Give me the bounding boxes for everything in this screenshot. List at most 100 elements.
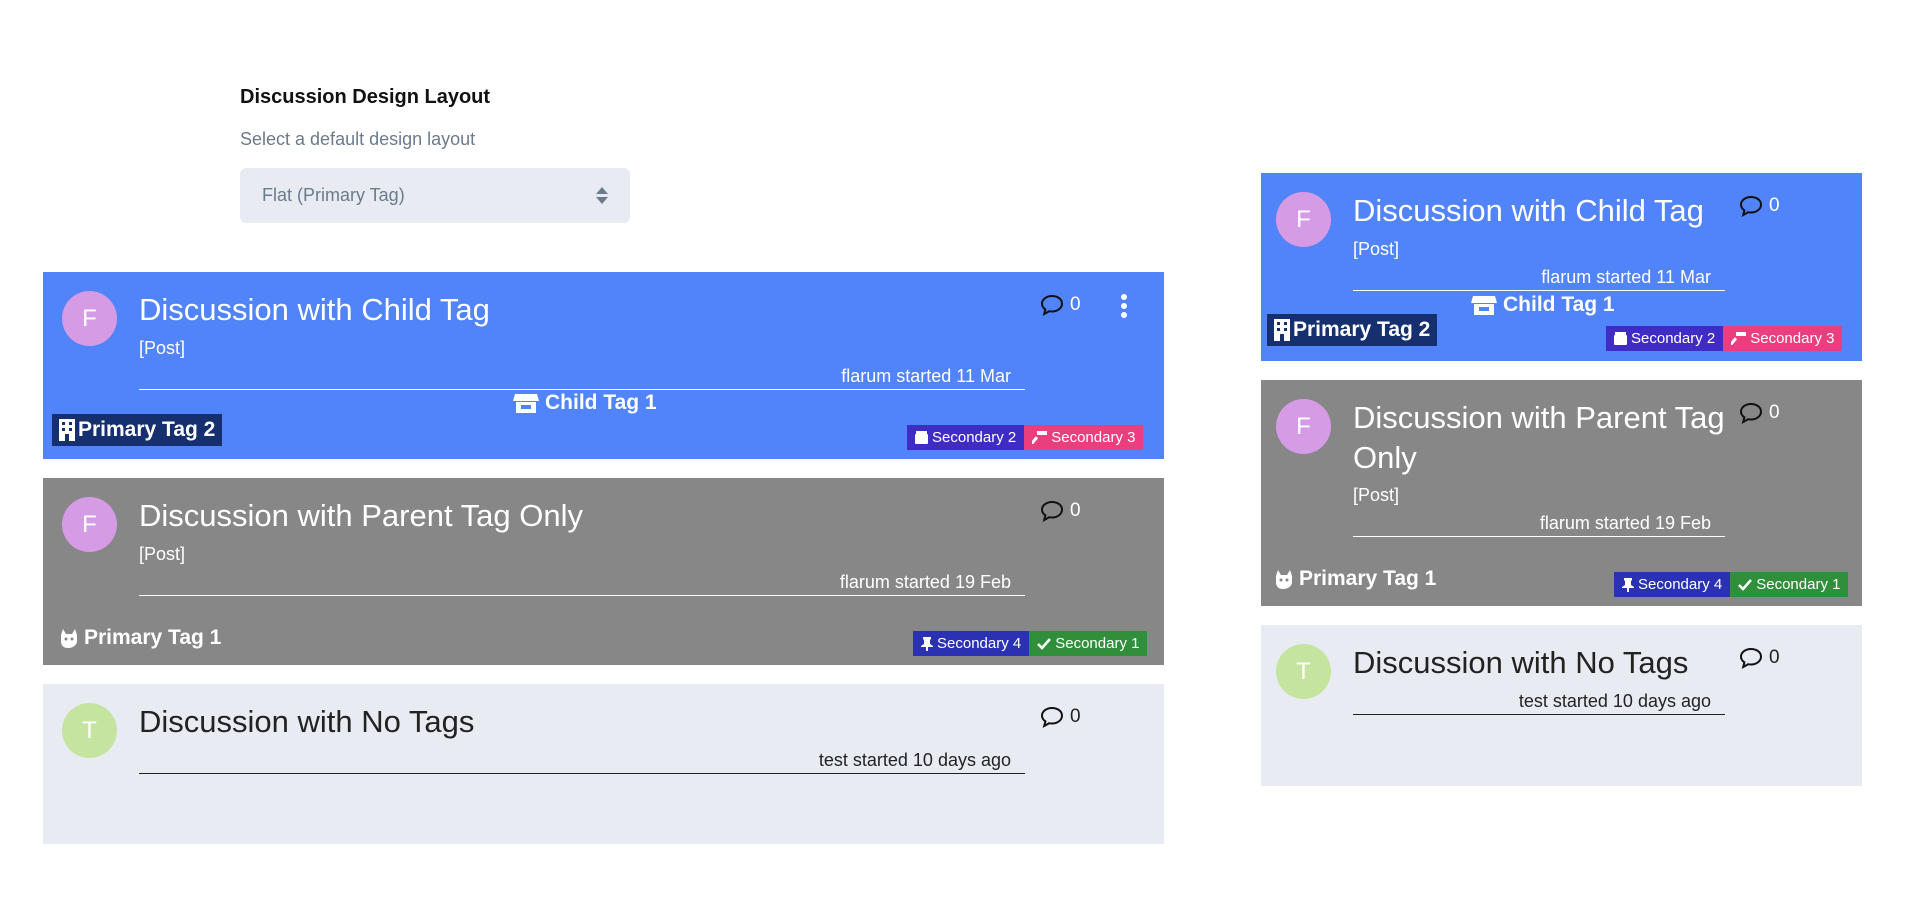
secondary-tag-4[interactable]: Secondary 4 bbox=[913, 631, 1030, 656]
meta-divider bbox=[1353, 290, 1725, 291]
discussion-subtitle: [Post] bbox=[1353, 239, 1400, 259]
primary-tag[interactable]: Primary Tag 1 bbox=[1267, 563, 1443, 595]
check-icon bbox=[1037, 637, 1052, 650]
primary-tag[interactable]: Primary Tag 2 bbox=[1267, 314, 1438, 346]
discussion-card-no-tags-compact[interactable]: T Discussion with No Tags test started 1… bbox=[1261, 625, 1862, 786]
reply-count-value: 0 bbox=[1070, 500, 1081, 521]
discussion-subtitle: [Post] bbox=[1353, 485, 1400, 505]
discussion-subtitle: [Post] bbox=[139, 544, 186, 564]
check-icon bbox=[1738, 578, 1753, 591]
cat-icon bbox=[61, 629, 77, 648]
meta-divider bbox=[1353, 536, 1725, 537]
discussion-meta: flarum started 19 Feb bbox=[1539, 513, 1711, 533]
meta-divider bbox=[139, 595, 1025, 596]
hammer-icon bbox=[1032, 431, 1048, 444]
reply-count[interactable]: 0 bbox=[1739, 195, 1780, 217]
discussion-meta: test started 10 days ago bbox=[818, 750, 1011, 770]
secondary-tag-4[interactable]: Secondary 4 bbox=[1614, 572, 1731, 597]
secondary-tag-1[interactable]: Secondary 1 bbox=[1029, 631, 1148, 656]
secondary-tag-2[interactable]: Secondary 2 bbox=[907, 425, 1025, 450]
secondary-tag-label: Secondary 3 bbox=[1051, 429, 1136, 446]
discussion-title-line-1[interactable]: Discussion with Parent Tag bbox=[1353, 398, 1725, 438]
secondary-tag-label: Secondary 1 bbox=[1756, 576, 1841, 593]
primary-tag-label: Primary Tag 2 bbox=[78, 418, 216, 441]
comment-icon bbox=[1040, 500, 1064, 522]
discussion-title[interactable]: Discussion with No Tags bbox=[139, 702, 474, 742]
secondary-tag-3[interactable]: Secondary 3 bbox=[1024, 425, 1144, 450]
meta-divider bbox=[139, 773, 1025, 774]
design-layout-setting: Discussion Design Layout Select a defaul… bbox=[240, 86, 630, 223]
child-tag[interactable]: Child Tag 1 bbox=[513, 391, 657, 415]
primary-tag-label: Primary Tag 1 bbox=[84, 626, 222, 649]
secondary-tag-2[interactable]: Secondary 2 bbox=[1606, 326, 1724, 351]
discussion-title[interactable]: Discussion with Parent Tag Only bbox=[139, 496, 583, 536]
avatar[interactable]: T bbox=[62, 703, 117, 758]
thumbtack-icon bbox=[1622, 577, 1634, 592]
avatar[interactable]: F bbox=[62, 291, 117, 346]
building-icon bbox=[1274, 319, 1290, 341]
reply-count[interactable]: 0 bbox=[1040, 294, 1081, 316]
discussion-meta: flarum started 11 Mar bbox=[1541, 267, 1711, 287]
avatar[interactable]: F bbox=[1276, 192, 1331, 247]
primary-tag-label: Primary Tag 1 bbox=[1299, 567, 1437, 590]
discussion-subtitle: [Post] bbox=[139, 338, 186, 358]
box-icon bbox=[915, 431, 928, 444]
secondary-tag-label: Secondary 2 bbox=[1631, 330, 1716, 347]
discussion-meta: flarum started 11 Mar bbox=[841, 366, 1011, 386]
comment-icon bbox=[1040, 294, 1064, 316]
discussion-card-no-tags[interactable]: T Discussion with No Tags test started 1… bbox=[43, 684, 1164, 844]
discussion-card-child-tag[interactable]: F Discussion with Child Tag [Post] flaru… bbox=[43, 272, 1164, 459]
secondary-tags: Secondary 4 Secondary 1 bbox=[1614, 572, 1849, 597]
reply-count-value: 0 bbox=[1070, 294, 1081, 315]
discussion-title-line-2[interactable]: Only bbox=[1353, 438, 1417, 478]
discussion-card-parent-tag[interactable]: F Discussion with Parent Tag Only [Post]… bbox=[43, 478, 1164, 665]
secondary-tags: Secondary 2 Secondary 3 bbox=[1606, 326, 1843, 351]
box-icon bbox=[1614, 332, 1627, 345]
reply-count-value: 0 bbox=[1769, 195, 1780, 216]
secondary-tag-label: Secondary 1 bbox=[1055, 635, 1140, 652]
discussion-meta: flarum started 19 Feb bbox=[839, 572, 1011, 592]
secondary-tags: Secondary 2 Secondary 3 bbox=[907, 425, 1144, 450]
avatar[interactable]: F bbox=[1276, 399, 1331, 454]
layout-select[interactable]: Flat (Primary Tag) bbox=[240, 168, 630, 223]
avatar[interactable]: F bbox=[62, 497, 117, 552]
primary-tag[interactable]: Primary Tag 2 bbox=[52, 414, 223, 446]
reply-count[interactable]: 0 bbox=[1040, 706, 1081, 728]
child-tag[interactable]: Child Tag 1 bbox=[1471, 293, 1615, 317]
discussion-card-child-tag-compact[interactable]: F Discussion with Child Tag [Post] flaru… bbox=[1261, 173, 1862, 361]
more-options-icon[interactable] bbox=[1121, 294, 1127, 318]
reply-count[interactable]: 0 bbox=[1040, 500, 1081, 522]
reply-count-value: 0 bbox=[1769, 647, 1780, 668]
comment-icon bbox=[1040, 706, 1064, 728]
secondary-tag-label: Secondary 4 bbox=[1638, 576, 1723, 593]
reply-count[interactable]: 0 bbox=[1739, 647, 1780, 669]
secondary-tags: Secondary 4 Secondary 1 bbox=[913, 631, 1148, 656]
primary-tag[interactable]: Primary Tag 1 bbox=[52, 622, 228, 654]
discussion-title[interactable]: Discussion with Child Tag bbox=[139, 290, 490, 330]
thumbtack-icon bbox=[921, 636, 933, 651]
avatar[interactable]: T bbox=[1276, 644, 1331, 699]
primary-tag-label: Primary Tag 2 bbox=[1293, 318, 1431, 341]
reply-count[interactable]: 0 bbox=[1739, 402, 1780, 424]
setting-label: Discussion Design Layout bbox=[240, 86, 491, 108]
discussion-title[interactable]: Discussion with No Tags bbox=[1353, 643, 1688, 683]
comment-icon bbox=[1739, 402, 1763, 424]
building-icon bbox=[59, 419, 75, 441]
secondary-tag-1[interactable]: Secondary 1 bbox=[1730, 572, 1849, 597]
hammer-icon bbox=[1731, 332, 1747, 345]
discussion-meta: test started 10 days ago bbox=[1518, 691, 1711, 711]
layout-select-value: Flat (Primary Tag) bbox=[262, 185, 405, 205]
select-arrows-icon bbox=[596, 187, 608, 204]
cat-icon bbox=[1276, 570, 1292, 589]
child-tag-label: Child Tag 1 bbox=[1503, 293, 1615, 316]
secondary-tag-label: Secondary 4 bbox=[937, 635, 1022, 652]
child-tag-label: Child Tag 1 bbox=[545, 391, 657, 414]
secondary-tag-3[interactable]: Secondary 3 bbox=[1723, 326, 1843, 351]
secondary-tag-label: Secondary 3 bbox=[1750, 330, 1835, 347]
discussion-card-parent-tag-compact[interactable]: F Discussion with Parent Tag Only [Post]… bbox=[1261, 380, 1862, 606]
meta-divider bbox=[139, 389, 1025, 390]
meta-divider bbox=[1353, 714, 1725, 715]
store-icon bbox=[513, 394, 539, 413]
comment-icon bbox=[1739, 195, 1763, 217]
discussion-title[interactable]: Discussion with Child Tag bbox=[1353, 191, 1704, 231]
